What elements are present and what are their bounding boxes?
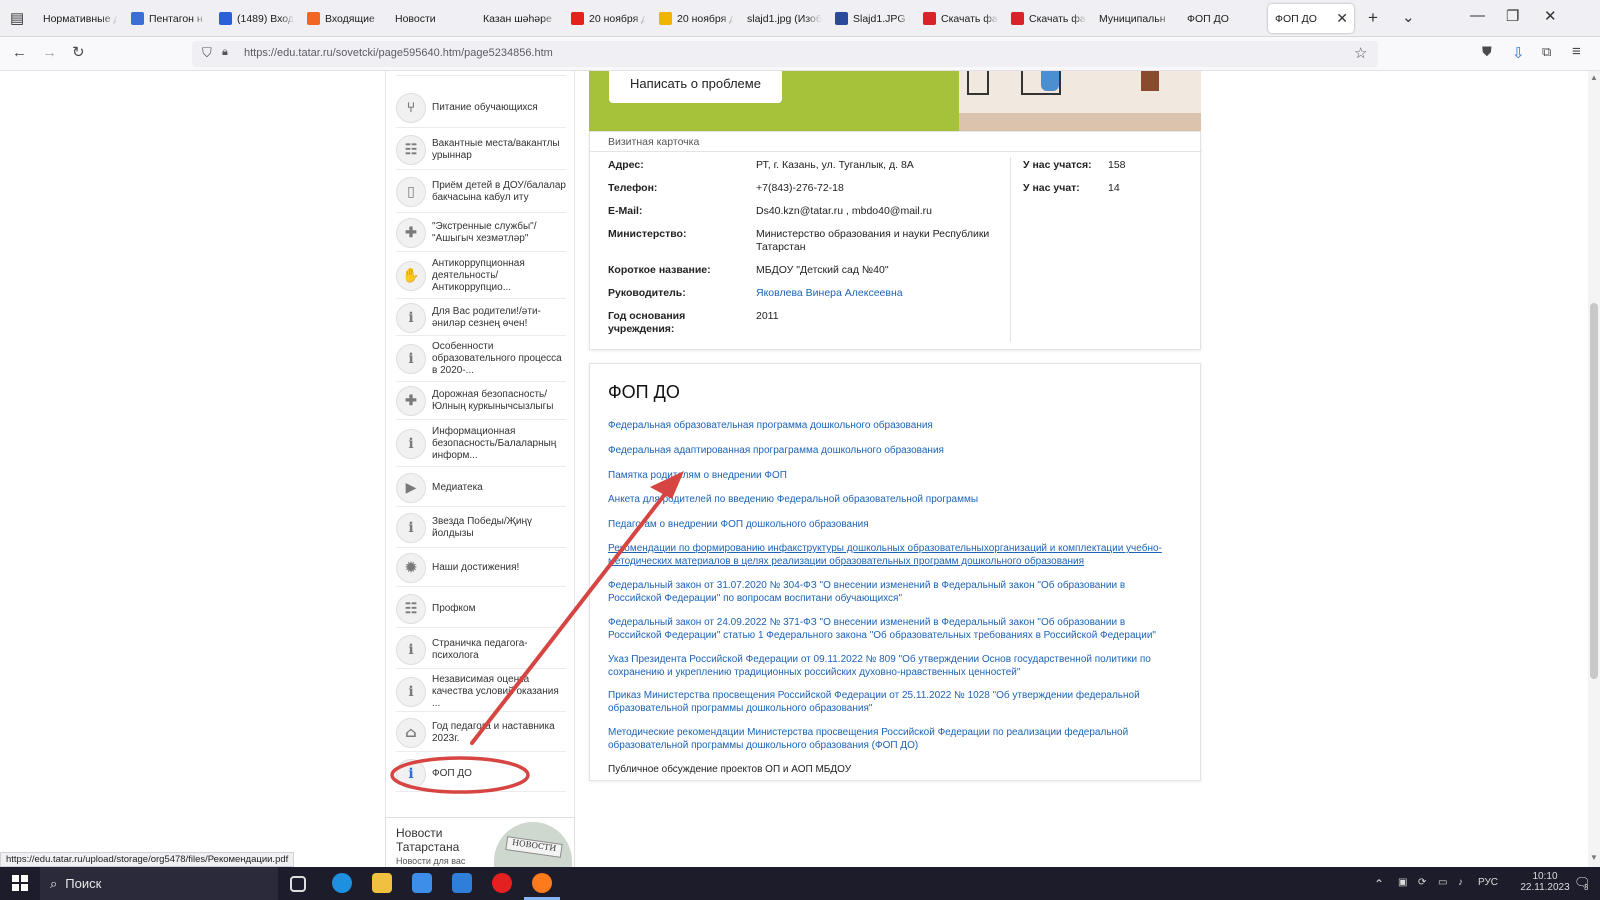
- clock-date: 22.11.2023: [1520, 882, 1570, 893]
- tab-title: Пентагон н: [149, 12, 203, 25]
- pocket-icon[interactable]: ⛊: [1482, 44, 1492, 60]
- clock[interactable]: 10:10 22.11.2023: [1520, 871, 1570, 893]
- lock-icon[interactable]: 🔒︎: [222, 46, 228, 59]
- volume-icon[interactable]: ♪: [1458, 877, 1463, 888]
- tab-title: Муниципальн: [1099, 12, 1166, 25]
- tab-title: Входящие: [325, 12, 375, 25]
- tab-title: Скачать фа: [1029, 12, 1086, 25]
- tab[interactable]: Казан шәһәре: [476, 4, 564, 33]
- annotation-arrow-line: [470, 483, 674, 745]
- status-bar-url: https://edu.tatar.ru/upload/storage/org5…: [0, 852, 295, 867]
- tab-strip: ▤ Нормативные д Пентагон н (1489) Входя Вхо…: [0, 0, 1600, 37]
- tray-chevron-icon[interactable]: ⌃: [1374, 877, 1384, 891]
- annotation-arrow-head: [650, 471, 684, 499]
- tab-title: (1489) Входя: [237, 12, 294, 25]
- page-scrollbar[interactable]: ▲ ▼: [1588, 71, 1600, 867]
- tab-favicon-icon: [307, 12, 320, 25]
- tab[interactable]: Муниципальн: [1092, 4, 1180, 33]
- tab-title: 20 ноября д: [589, 12, 646, 25]
- tab-favicon-icon: [131, 12, 144, 25]
- tab-favicon-icon: [835, 12, 848, 25]
- tab[interactable]: Входящие: [300, 4, 388, 33]
- tab[interactable]: ФОП ДО: [1180, 4, 1268, 33]
- new-tab-button[interactable]: +: [1368, 8, 1378, 28]
- tab-title: 20 ноября д: [677, 12, 734, 25]
- shield-icon[interactable]: ⛉: [202, 45, 212, 61]
- tab[interactable]: Slajd1.JPG (: [828, 4, 916, 33]
- tab-title: ФОП ДО: [1275, 12, 1317, 25]
- download-icon[interactable]: ⇩: [1512, 44, 1525, 62]
- restore-button[interactable]: ❐: [1506, 7, 1519, 25]
- windows-start-icon[interactable]: [12, 875, 28, 891]
- tab-favicon-icon: [923, 12, 936, 25]
- mail-icon[interactable]: [452, 873, 472, 893]
- tab-list-icon[interactable]: ▤: [10, 9, 24, 27]
- network-icon[interactable]: ▭: [1438, 877, 1447, 888]
- forward-button[interactable]: →: [42, 44, 57, 61]
- windows-taskbar: ⌕ Поиск ⌃ ▣ ⟳ ▭ ♪ РУС 10:10 22.11.2023 🗨…: [0, 867, 1600, 900]
- reload-button[interactable]: ↻: [72, 43, 85, 61]
- task-view-icon[interactable]: [290, 876, 306, 892]
- tab-favicon-icon: [1011, 12, 1024, 25]
- tab-favicon-icon: [659, 12, 672, 25]
- tab-active[interactable]: ФОП ДО ✕: [1268, 4, 1354, 33]
- close-window-button[interactable]: ✕: [1544, 7, 1557, 25]
- scroll-down-icon[interactable]: ▼: [1590, 853, 1598, 862]
- tray-device-icon[interactable]: ▣: [1398, 877, 1407, 888]
- tab[interactable]: 20 ноября д: [564, 4, 652, 33]
- tab-title: Нормативные д: [43, 12, 118, 25]
- scrollbar-thumb[interactable]: [1590, 303, 1598, 679]
- scroll-up-icon[interactable]: ▲: [1590, 73, 1598, 82]
- taskbar-search-label: Поиск: [65, 876, 102, 891]
- close-tab-icon[interactable]: ✕: [1336, 10, 1348, 27]
- star-icon[interactable]: ☆: [1354, 44, 1367, 62]
- tab[interactable]: (1489) Входя: [212, 4, 300, 33]
- tab[interactable]: slajd1.jpg (Изоб: [740, 4, 828, 33]
- tab[interactable]: 20 ноября д: [652, 4, 740, 33]
- store-icon[interactable]: [412, 873, 432, 893]
- url-text[interactable]: https://edu.tatar.ru/sovetcki/page595640…: [244, 47, 553, 59]
- clock-time: 10:10: [1532, 871, 1558, 882]
- file-explorer-icon[interactable]: [372, 873, 392, 893]
- tab[interactable]: Нормативные д: [36, 4, 124, 33]
- yandex-browser-icon[interactable]: [492, 873, 512, 893]
- extensions-icon[interactable]: ⧉: [1542, 44, 1551, 60]
- tab-title: Slajd1.JPG (: [853, 12, 910, 25]
- tab-favicon-icon: [219, 12, 232, 25]
- tab-title: Казан шәһәре: [483, 12, 552, 25]
- taskbar-search[interactable]: ⌕ Поиск: [40, 867, 278, 900]
- tab-title: Новости: [395, 12, 436, 25]
- back-button[interactable]: ←: [12, 44, 27, 61]
- tab-title: ФОП ДО: [1187, 12, 1229, 25]
- annotation-circle: [390, 756, 530, 794]
- menu-icon[interactable]: ≡: [1572, 43, 1581, 60]
- tray-sync-icon[interactable]: ⟳: [1418, 877, 1426, 888]
- tab[interactable]: Новости: [388, 4, 476, 33]
- tab-list: Нормативные д Пентагон н (1489) Входя Входя…: [36, 4, 1354, 33]
- firefox-icon[interactable]: [532, 873, 552, 893]
- tab[interactable]: Скачать фа: [916, 4, 1004, 33]
- url-bar[interactable]: ⛉ 🔒︎ https://edu.tatar.ru/sovetcki/page5…: [192, 41, 1378, 67]
- search-icon: ⌕: [50, 875, 58, 891]
- tab[interactable]: Пентагон н: [124, 4, 212, 33]
- nav-bar: ← → ↻ ⛉ 🔒︎ https://edu.tatar.ru/sovetcki…: [0, 37, 1600, 71]
- tab-favicon-icon: [571, 12, 584, 25]
- notifications-count: 3: [1584, 883, 1589, 892]
- tab-title: slajd1.jpg (Изоб: [747, 12, 822, 25]
- list-all-tabs-button[interactable]: ⌄: [1402, 8, 1415, 26]
- page-content: ⑂ Питание обучающихся ☷ Вакантные места/вак…: [0, 71, 1588, 867]
- minimize-button[interactable]: —: [1470, 7, 1485, 24]
- edge-icon[interactable]: [332, 873, 352, 893]
- annotation-overlay: [390, 471, 684, 794]
- tab[interactable]: Скачать фа: [1004, 4, 1092, 33]
- language-indicator[interactable]: РУС: [1478, 877, 1498, 888]
- tab-title: Скачать фа: [941, 12, 998, 25]
